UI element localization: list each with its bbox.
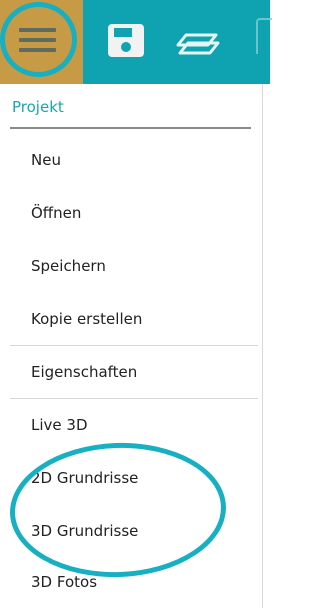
- menu-item-3d-fotos[interactable]: 3D Fotos: [0, 556, 258, 608]
- menu-item-label: Speichern: [31, 257, 106, 275]
- toolbar-partial-icon: [256, 18, 272, 54]
- menu-item-label: 3D Grundrisse: [31, 522, 139, 540]
- save-button[interactable]: [100, 0, 156, 84]
- menu-item-oeffnen[interactable]: Öffnen: [0, 187, 258, 239]
- menu-item-3d-grundrisse[interactable]: 3D Grundrisse: [0, 505, 258, 557]
- menu-button[interactable]: [0, 0, 83, 84]
- menu-item-speichern[interactable]: Speichern: [0, 240, 258, 292]
- menu-item-label: Live 3D: [31, 416, 88, 434]
- menu-item-2d-grundrisse[interactable]: 2D Grundrisse: [0, 452, 258, 504]
- menu-item-label: Eigenschaften: [31, 363, 138, 381]
- menu-item-neu[interactable]: Neu: [0, 134, 258, 186]
- menu-item-kopie-erstellen[interactable]: Kopie erstellen: [0, 293, 258, 345]
- menu-item-eigenschaften[interactable]: Eigenschaften: [0, 346, 258, 398]
- section-title-projekt: Projekt: [12, 98, 64, 116]
- top-toolbar: [0, 0, 272, 84]
- layers-icon: [176, 33, 220, 55]
- menu-item-label: 3D Fotos: [31, 573, 98, 591]
- floppy-save-icon: [108, 24, 144, 57]
- menu-item-label: Neu: [31, 151, 61, 169]
- menu-item-label: Öffnen: [31, 204, 82, 222]
- menu-item-label: Kopie erstellen: [31, 310, 143, 328]
- layers-button[interactable]: [172, 0, 226, 84]
- menu-item-label: 2D Grundrisse: [31, 469, 139, 487]
- menu-item-live-3d[interactable]: Live 3D: [0, 399, 258, 451]
- section-title-rule: [10, 127, 251, 129]
- hamburger-menu-icon: [19, 28, 56, 58]
